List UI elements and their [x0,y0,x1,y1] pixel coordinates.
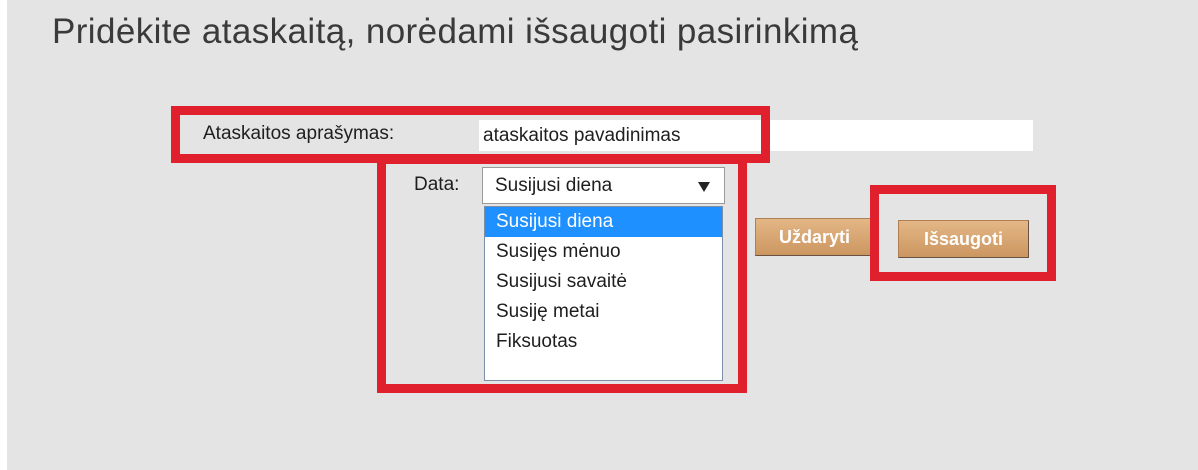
description-label: Ataskaitos aprašymas: [203,123,395,144]
date-label: Data: [414,174,460,195]
date-option-fixed[interactable]: Fiksuotas [485,327,722,357]
date-option-related-day[interactable]: Susijusi diena [485,207,722,237]
description-input[interactable] [479,120,1033,151]
date-select[interactable]: Susijusi diena [482,167,725,204]
date-option-related-week[interactable]: Susijusi savaitė [485,267,722,297]
date-select-value: Susijusi diena [495,175,613,196]
date-option-related-year[interactable]: Susiję metai [485,297,722,327]
dialog-panel: Pridėkite ataskaitą, norėdami išsaugoti … [7,0,1198,470]
chevron-down-icon[interactable] [698,182,710,192]
page-title: Pridėkite ataskaitą, norėdami išsaugoti … [52,12,859,51]
date-dropdown-list: Susijusi diena Susijęs mėnuo Susijusi sa… [484,206,723,381]
close-button[interactable]: Uždaryti [755,218,874,256]
date-option-related-month[interactable]: Susijęs mėnuo [485,237,722,267]
save-button[interactable]: Išsaugoti [898,220,1029,258]
